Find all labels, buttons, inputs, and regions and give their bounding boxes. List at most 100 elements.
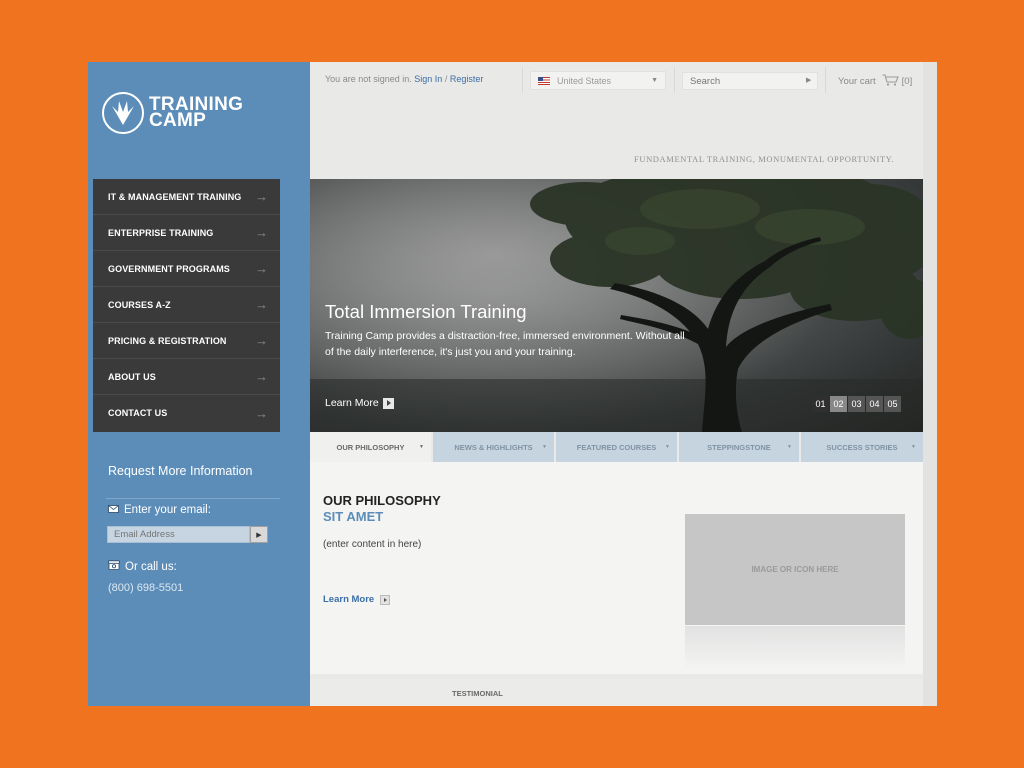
- cart-icon: [882, 74, 899, 89]
- content-learn-more-label: Learn More: [323, 594, 375, 605]
- pager-item-03[interactable]: 03: [848, 396, 865, 412]
- chevron-down-icon: ▼: [651, 77, 658, 84]
- tab-label: STEPPINGSTONE: [707, 442, 771, 452]
- arrow-right-icon: →: [255, 369, 268, 384]
- chevron-down-icon: ▼: [419, 444, 424, 450]
- us-flag-icon: [538, 76, 550, 85]
- arrow-right-icon: →: [255, 261, 268, 276]
- play-arrow-icon: [382, 397, 394, 409]
- email-submit-button[interactable]: ▶: [250, 526, 268, 543]
- call-label: Or call us:: [125, 560, 177, 573]
- play-arrow-icon: [380, 594, 391, 605]
- register-link[interactable]: Register: [450, 74, 484, 84]
- phone-number[interactable]: (800) 698-5501: [108, 582, 183, 594]
- testimonial-heading: TESTIMONIAL: [452, 689, 503, 698]
- hero-title: Total Immersion Training: [325, 301, 527, 322]
- content-learn-more-link[interactable]: Learn More: [323, 594, 391, 605]
- top-divider: [522, 67, 523, 93]
- tagline: FUNDAMENTAL TRAINING, MONUMENTAL OPPORTU…: [634, 154, 895, 164]
- tab-news-highlights[interactable]: NEWS & HIGHLIGHTS ▼: [433, 432, 556, 462]
- country-select[interactable]: United States ▼: [530, 71, 666, 90]
- sidebar: TRAINING CAMP IT & MANAGEMENT TRAINING → …: [88, 62, 310, 706]
- pager-item-05[interactable]: 05: [884, 396, 901, 412]
- hero-description: Training Camp provides a distraction-fre…: [325, 330, 685, 358]
- hero-banner: Total Immersion Training Training Camp p…: [310, 179, 923, 432]
- sidebar-divider: [106, 498, 280, 499]
- pager-item-04[interactable]: 04: [866, 396, 883, 412]
- nav-item-courses[interactable]: COURSES A-Z →: [93, 287, 280, 323]
- chevron-down-icon: ▼: [787, 444, 792, 450]
- pager-item-01[interactable]: 01: [812, 396, 829, 412]
- main-area: You are not signed in. Sign In / Registe…: [310, 62, 923, 706]
- content-tabs: OUR PHILOSOPHY ▼ NEWS & HIGHLIGHTS ▼ FEATU…: [310, 432, 923, 462]
- nav-item-government[interactable]: GOVERNMENT PROGRAMS →: [93, 251, 280, 287]
- nav-label: CONTACT US: [108, 408, 168, 418]
- hero-pager: 01 02 03 04 05: [812, 396, 901, 412]
- email-label-row: Enter your email:: [108, 504, 211, 516]
- hero-learn-more-label: Learn More: [325, 397, 379, 409]
- scroll-gutter: [923, 62, 937, 706]
- cart-count: [0]: [901, 76, 913, 87]
- chevron-down-icon: ▼: [911, 444, 916, 450]
- tab-label: FEATURED COURSES: [576, 442, 657, 452]
- phone-icon: [108, 560, 120, 573]
- chevron-down-icon: ▼: [665, 444, 670, 450]
- call-label-row: Or call us:: [108, 560, 177, 573]
- nav-label: COURSES A-Z: [108, 299, 171, 310]
- nav-label: IT & MANAGEMENT TRAINING: [108, 191, 242, 202]
- arrow-right-icon: →: [255, 297, 268, 312]
- main-nav: IT & MANAGEMENT TRAINING → ENTERPRISE TRA…: [93, 179, 280, 432]
- content-title: OUR PHILOSOPHY: [323, 493, 441, 508]
- content-body: (enter content in here): [323, 539, 422, 550]
- website-frame: TRAINING CAMP IT & MANAGEMENT TRAINING → …: [88, 62, 937, 706]
- envelope-icon: [108, 504, 119, 516]
- nav-item-pricing[interactable]: PRICING & REGISTRATION →: [93, 323, 280, 359]
- cart-label: Your cart: [838, 76, 876, 87]
- tab-label: SUCCESS STORIES: [826, 442, 898, 452]
- logo-text: TRAINING CAMP: [149, 95, 243, 131]
- testimonial-bar: TESTIMONIAL: [310, 679, 923, 706]
- tab-label: OUR PHILOSOPHY: [336, 442, 405, 452]
- request-info-title: Request More Information: [108, 464, 253, 478]
- content-subtitle: SIT AMET: [323, 509, 384, 524]
- email-label: Enter your email:: [124, 504, 211, 516]
- search-input[interactable]: [682, 72, 818, 90]
- top-divider: [674, 67, 675, 93]
- top-bar: You are not signed in. Sign In / Registe…: [310, 62, 923, 98]
- country-value: United States: [557, 75, 612, 86]
- pager-item-02[interactable]: 02: [830, 396, 847, 412]
- logo-mark-icon: [102, 92, 144, 134]
- tab-label: NEWS & HIGHLIGHTS: [454, 442, 533, 452]
- signin-prefix: You are not signed in.: [325, 74, 412, 84]
- nav-label: ABOUT US: [108, 371, 156, 382]
- cart[interactable]: Your cart [0]: [838, 74, 912, 89]
- nav-item-contact[interactable]: CONTACT US →: [93, 395, 280, 431]
- signin-separator: /: [444, 74, 448, 84]
- tab-content: OUR PHILOSOPHY SIT AMET (enter content i…: [310, 462, 923, 674]
- tab-featured-courses[interactable]: FEATURED COURSES ▼: [556, 432, 679, 462]
- signin-status: You are not signed in. Sign In / Registe…: [325, 74, 483, 84]
- tab-our-philosophy[interactable]: OUR PHILOSOPHY ▼: [310, 432, 433, 462]
- tab-success-stories[interactable]: SUCCESS STORIES ▼: [801, 432, 923, 462]
- arrow-right-icon: →: [255, 225, 268, 240]
- nav-label: ENTERPRISE TRAINING: [108, 227, 214, 238]
- nav-label: GOVERNMENT PROGRAMS: [108, 263, 230, 274]
- tab-steppingstone[interactable]: STEPPINGSTONE ▼: [679, 432, 801, 462]
- logo-line-2: CAMP: [149, 110, 207, 131]
- nav-label: PRICING & REGISTRATION: [108, 335, 227, 346]
- chevron-down-icon: ▼: [542, 444, 547, 450]
- nav-item-it-management[interactable]: IT & MANAGEMENT TRAINING →: [93, 179, 280, 215]
- image-reflection: [685, 626, 905, 670]
- search-submit-icon[interactable]: ▶: [806, 76, 811, 84]
- top-divider: [825, 67, 826, 93]
- nav-item-about[interactable]: ABOUT US →: [93, 359, 280, 395]
- arrow-right-icon: →: [255, 189, 268, 204]
- arrow-right-icon: →: [255, 333, 268, 348]
- image-placeholder: IMAGE OR ICON HERE: [685, 514, 905, 625]
- nav-item-enterprise[interactable]: ENTERPRISE TRAINING →: [93, 215, 280, 251]
- email-field[interactable]: [107, 526, 250, 543]
- logo[interactable]: TRAINING CAMP: [102, 92, 243, 134]
- hero-learn-more-link[interactable]: Learn More: [325, 397, 394, 409]
- signin-link[interactable]: Sign In: [414, 74, 442, 84]
- email-signup: ▶: [107, 526, 268, 543]
